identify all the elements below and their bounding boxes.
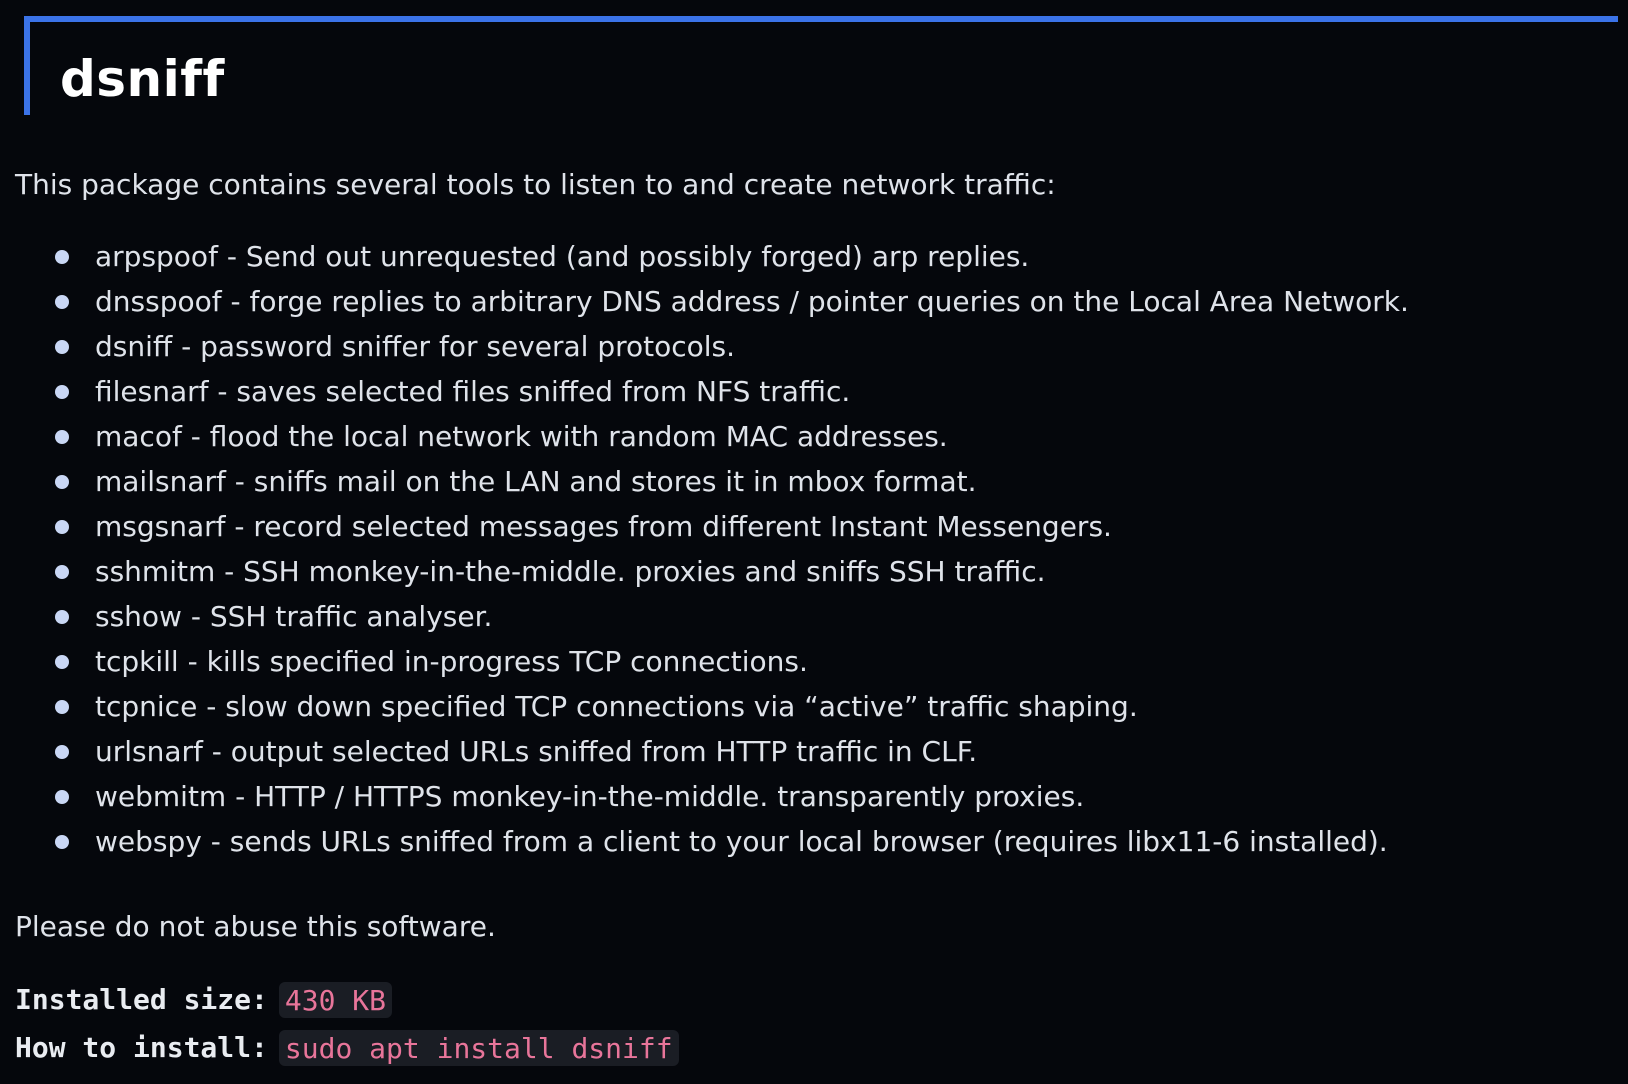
tool-description: tcpnice - slow down specified TCP connec… — [95, 690, 1138, 723]
list-item: sshow - SSH traffic analyser. — [0, 602, 1409, 647]
bullet-icon — [55, 745, 69, 759]
list-item: tcpnice - slow down specified TCP connec… — [0, 692, 1409, 737]
warning-paragraph: Please do not abuse this software. — [15, 910, 496, 943]
title-accent-bar — [24, 16, 30, 115]
tool-description: filesnarf - saves selected files sniffed… — [95, 375, 851, 408]
bullet-icon — [55, 565, 69, 579]
bullet-icon — [55, 610, 69, 624]
tool-list: arpspoof - Send out unrequested (and pos… — [0, 242, 1409, 872]
tool-description: dsniff - password sniffer for several pr… — [95, 330, 736, 363]
list-item: msgsnarf - record selected messages from… — [0, 512, 1409, 557]
list-item: tcpkill - kills specified in-progress TC… — [0, 647, 1409, 692]
list-item: filesnarf - saves selected files sniffed… — [0, 377, 1409, 422]
tool-description: mailsnarf - sniffs mail on the LAN and s… — [95, 465, 977, 498]
list-item: webmitm - HTTP / HTTPS monkey-in-the-mid… — [0, 782, 1409, 827]
tool-description: tcpkill - kills specified in-progress TC… — [95, 645, 808, 678]
install-command-label: How to install: — [15, 1031, 268, 1064]
tool-description: webmitm - HTTP / HTTPS monkey-in-the-mid… — [95, 780, 1085, 813]
header-accent-rule — [24, 16, 1618, 22]
bullet-icon — [55, 790, 69, 804]
list-item: dsniff - password sniffer for several pr… — [0, 332, 1409, 377]
list-item: dnsspoof - forge replies to arbitrary DN… — [0, 287, 1409, 332]
tool-description: webspy - sends URLs sniffed from a clien… — [95, 825, 1388, 858]
intro-paragraph: This package contains several tools to l… — [15, 168, 1056, 201]
installed-size-row: Installed size: 430 KB — [15, 982, 393, 1018]
install-command-code[interactable]: sudo apt install dsniff — [278, 1030, 679, 1066]
bullet-icon — [55, 295, 69, 309]
bullet-icon — [55, 250, 69, 264]
tool-description: urlsnarf - output selected URLs sniffed … — [95, 735, 978, 768]
install-command-row: How to install: sudo apt install dsniff — [15, 1030, 679, 1066]
installed-size-value: 430 KB — [278, 982, 393, 1018]
bullet-icon — [55, 520, 69, 534]
tool-description: dnsspoof - forge replies to arbitrary DN… — [95, 285, 1409, 318]
bullet-icon — [55, 475, 69, 489]
list-item: mailsnarf - sniffs mail on the LAN and s… — [0, 467, 1409, 512]
tool-description: arpspoof - Send out unrequested (and pos… — [95, 240, 1030, 273]
tool-description: sshow - SSH traffic analyser. — [95, 600, 493, 633]
tool-description: msgsnarf - record selected messages from… — [95, 510, 1112, 543]
bullet-icon — [55, 655, 69, 669]
bullet-icon — [55, 700, 69, 714]
bullet-icon — [55, 430, 69, 444]
tool-description: sshmitm - SSH monkey-in-the-middle. prox… — [95, 555, 1046, 588]
tool-description: macof - flood the local network with ran… — [95, 420, 948, 453]
page-title: dsniff — [60, 50, 225, 108]
list-item: macof - flood the local network with ran… — [0, 422, 1409, 467]
list-item: urlsnarf - output selected URLs sniffed … — [0, 737, 1409, 782]
list-item: webspy - sends URLs sniffed from a clien… — [0, 827, 1409, 872]
bullet-icon — [55, 835, 69, 849]
installed-size-label: Installed size: — [15, 983, 268, 1016]
bullet-icon — [55, 385, 69, 399]
list-item: sshmitm - SSH monkey-in-the-middle. prox… — [0, 557, 1409, 602]
list-item: arpspoof - Send out unrequested (and pos… — [0, 242, 1409, 287]
bullet-icon — [55, 340, 69, 354]
